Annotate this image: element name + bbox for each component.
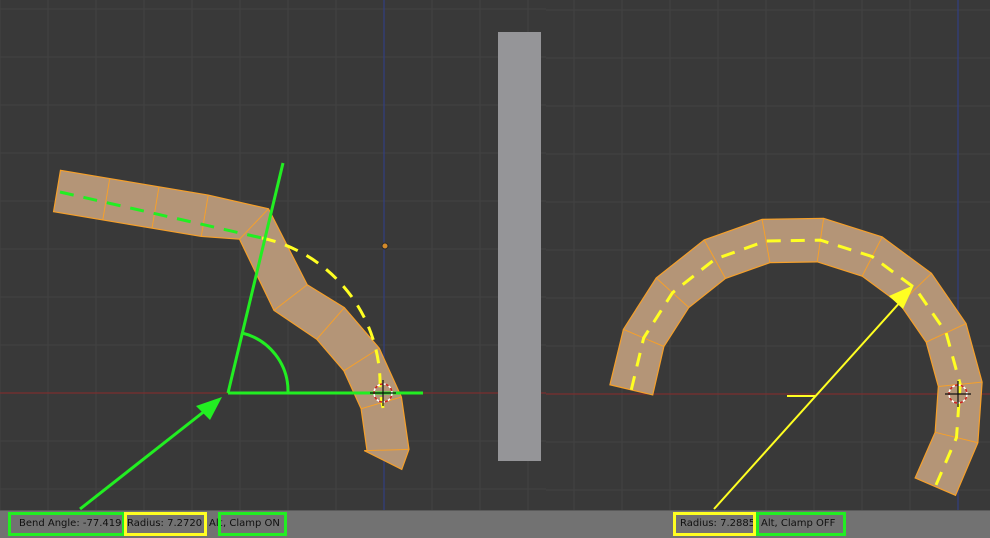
viewport-left-canvas[interactable] bbox=[0, 0, 546, 510]
viewport-right-canvas[interactable] bbox=[546, 0, 990, 510]
radius-highlight-left bbox=[124, 512, 207, 536]
viewport-right[interactable] bbox=[546, 0, 990, 510]
radius-highlight-right bbox=[673, 512, 756, 536]
mesh-face[interactable] bbox=[52, 169, 410, 471]
header-bar-left: Bend Angle: -77.419 Radius: 7.2720 Alt ,… bbox=[0, 510, 546, 538]
mesh-face[interactable] bbox=[609, 217, 983, 497]
clamp-highlight-left bbox=[218, 512, 287, 536]
object-origin-icon bbox=[381, 242, 389, 250]
viewport-left[interactable] bbox=[0, 0, 546, 510]
clamp-highlight-right bbox=[756, 512, 846, 536]
header-bar-right: Radius: 7.2885 Alt, Clamp OFF bbox=[546, 510, 990, 538]
bent-mesh-right[interactable] bbox=[609, 217, 983, 497]
bend-angle-highlight bbox=[8, 512, 125, 536]
divider-bar bbox=[498, 32, 541, 461]
bent-mesh-left[interactable] bbox=[52, 169, 410, 471]
